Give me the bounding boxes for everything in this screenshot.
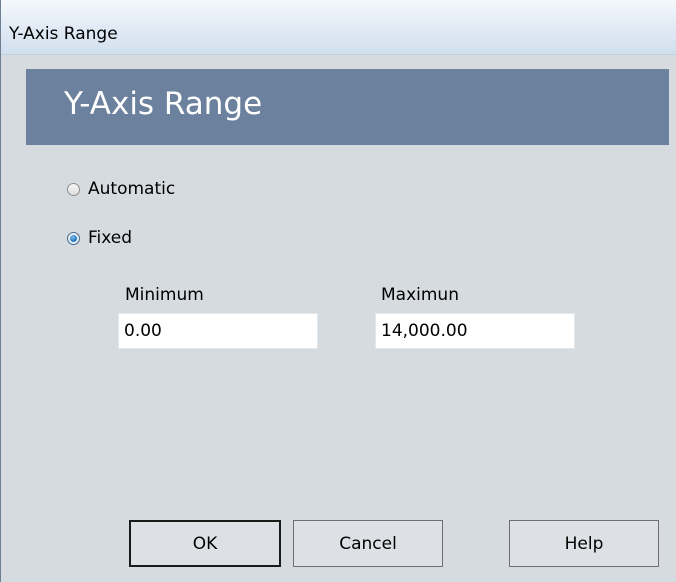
maximum-input[interactable] bbox=[375, 313, 575, 349]
radio-fixed-label[interactable]: Fixed bbox=[88, 228, 132, 248]
minimum-label: Minimum bbox=[125, 285, 204, 305]
radio-fixed-indicator[interactable] bbox=[67, 231, 80, 245]
radio-fixed[interactable]: Fixed bbox=[67, 225, 132, 251]
header-banner: Y-Axis Range bbox=[26, 69, 669, 145]
window-title: Y-Axis Range bbox=[9, 24, 118, 44]
dialog-window: Y-Axis Range Y-Axis Range Automatic Fixe… bbox=[0, 0, 676, 582]
radio-automatic-label[interactable]: Automatic bbox=[88, 179, 175, 199]
maximum-label: Maximun bbox=[381, 285, 459, 305]
ok-button[interactable]: OK bbox=[129, 520, 281, 567]
help-button[interactable]: Help bbox=[509, 520, 659, 567]
radio-automatic[interactable]: Automatic bbox=[67, 176, 175, 202]
radio-automatic-indicator[interactable] bbox=[67, 182, 80, 196]
minimum-input[interactable] bbox=[118, 313, 318, 349]
banner-heading: Y-Axis Range bbox=[64, 86, 263, 122]
title-bar[interactable]: Y-Axis Range bbox=[1, 0, 676, 55]
cancel-button[interactable]: Cancel bbox=[293, 520, 443, 567]
